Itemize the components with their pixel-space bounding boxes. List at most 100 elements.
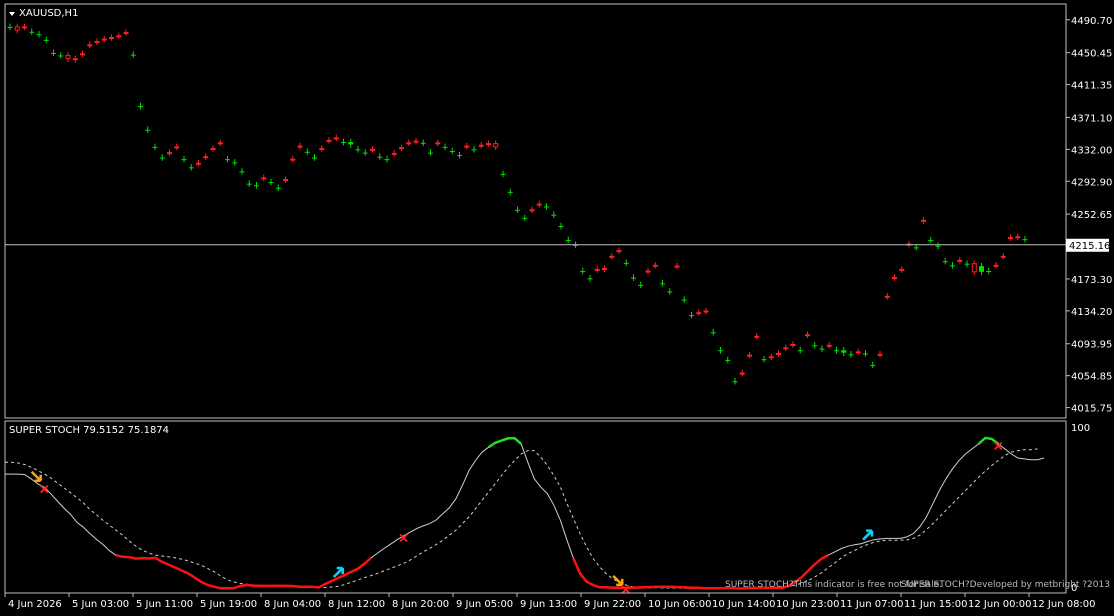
candle-body bbox=[87, 44, 93, 47]
candle-body bbox=[602, 268, 607, 271]
candle-body bbox=[217, 142, 223, 145]
price-tick-label: 4371.10 bbox=[1071, 113, 1112, 124]
candle-body bbox=[826, 344, 832, 347]
candle-body bbox=[413, 140, 419, 143]
candle-body bbox=[594, 268, 600, 271]
time-tick-label: 4 Jun 2026 bbox=[8, 599, 62, 610]
indicator-label: SUPER STOCH 79.5152 75.1874 bbox=[9, 425, 169, 436]
candle-body bbox=[377, 156, 383, 158]
candle-body bbox=[101, 38, 107, 41]
candle-body bbox=[725, 360, 731, 362]
candle-body bbox=[275, 187, 281, 189]
candle-body bbox=[805, 334, 810, 337]
candle-body bbox=[123, 32, 129, 35]
candle-body bbox=[399, 147, 404, 150]
candle-body bbox=[246, 183, 252, 185]
candle-body bbox=[464, 145, 470, 148]
candle-body bbox=[790, 344, 796, 347]
candle-body bbox=[196, 162, 201, 165]
candle-body bbox=[892, 277, 897, 280]
candle-body bbox=[203, 156, 209, 159]
candle-body bbox=[761, 359, 767, 361]
candle-body bbox=[754, 335, 760, 338]
candle-body bbox=[341, 142, 346, 143]
candle-body bbox=[652, 264, 658, 267]
candle-body bbox=[65, 54, 71, 60]
candle-body bbox=[181, 159, 187, 161]
candle-body bbox=[877, 353, 883, 356]
candle-body bbox=[609, 255, 615, 258]
candle-body bbox=[558, 226, 564, 228]
candle-body bbox=[391, 152, 397, 155]
candle-body bbox=[109, 36, 114, 39]
candle-body bbox=[841, 350, 847, 353]
candle-body bbox=[942, 261, 948, 263]
candle-body bbox=[884, 295, 890, 298]
candle-body bbox=[232, 162, 238, 164]
candle-body bbox=[7, 26, 13, 28]
candle-body bbox=[587, 278, 593, 280]
candle-body bbox=[51, 52, 56, 54]
candle-body bbox=[631, 277, 636, 279]
candle-body bbox=[768, 356, 774, 359]
time-tick-label: 5 Jun 03:00 bbox=[72, 599, 129, 610]
candle-body bbox=[159, 157, 165, 159]
candle-body bbox=[312, 157, 317, 159]
candle-body bbox=[58, 55, 64, 57]
candle-body bbox=[812, 345, 818, 347]
candle-body bbox=[986, 271, 992, 273]
candle-body bbox=[254, 185, 259, 187]
time-tick-label: 5 Jun 11:00 bbox=[136, 599, 193, 610]
candle-body bbox=[718, 350, 723, 352]
candle-body bbox=[703, 310, 709, 313]
candle-body bbox=[783, 347, 789, 350]
candle-body bbox=[116, 35, 122, 38]
time-tick-label: 8 Jun 04:00 bbox=[264, 599, 321, 610]
candle-body bbox=[638, 284, 644, 286]
candle-body bbox=[971, 263, 977, 273]
candle-body bbox=[913, 247, 919, 249]
candle-body bbox=[1022, 239, 1028, 241]
candle-body bbox=[152, 146, 158, 148]
candle-body bbox=[935, 245, 941, 247]
candle-body bbox=[130, 54, 136, 56]
candle-body bbox=[921, 219, 926, 222]
candle-body bbox=[522, 217, 528, 219]
price-tick-label: 4411.35 bbox=[1071, 81, 1112, 92]
candle-body bbox=[848, 354, 854, 356]
candle-body bbox=[384, 159, 390, 161]
indicator-note-developer: SUPER STOCH?Developed by metbright ?2013 bbox=[901, 580, 1110, 590]
candle-body bbox=[486, 143, 491, 146]
candle-body bbox=[623, 262, 629, 264]
candle-body bbox=[442, 146, 448, 148]
candle-body bbox=[297, 145, 303, 148]
candle-body bbox=[14, 26, 20, 31]
price-tick-label: 4490.70 bbox=[1071, 16, 1112, 27]
candle-body bbox=[834, 350, 839, 352]
time-tick-label: 11 Jun 15:00 bbox=[904, 599, 968, 610]
candle-body bbox=[29, 31, 35, 33]
candle-body bbox=[667, 291, 673, 293]
candle-body bbox=[1000, 255, 1006, 258]
price-tick-label: 4134.20 bbox=[1071, 307, 1112, 318]
candle-body bbox=[979, 266, 984, 272]
candle-body bbox=[855, 351, 861, 354]
time-tick-label: 9 Jun 13:00 bbox=[520, 599, 577, 610]
candle-body bbox=[797, 350, 803, 352]
candle-body bbox=[580, 271, 586, 273]
candle-body bbox=[290, 158, 296, 161]
candle-body bbox=[449, 150, 455, 152]
time-tick-label: 9 Jun 22:00 bbox=[584, 599, 641, 610]
candle-body bbox=[500, 173, 506, 175]
candle-body bbox=[22, 26, 27, 29]
price-tick-label: 4015.75 bbox=[1071, 404, 1112, 415]
candle-body bbox=[319, 148, 325, 151]
time-tick-label: 11 Jun 07:00 bbox=[840, 599, 904, 610]
candle-body bbox=[710, 332, 716, 334]
candle-body bbox=[551, 214, 557, 216]
current-price-value: 4215.16 bbox=[1069, 241, 1110, 252]
candle-body bbox=[355, 149, 361, 151]
price-tick-label: 4292.90 bbox=[1071, 177, 1112, 188]
candle-body bbox=[304, 151, 310, 153]
candle-body bbox=[696, 312, 702, 315]
